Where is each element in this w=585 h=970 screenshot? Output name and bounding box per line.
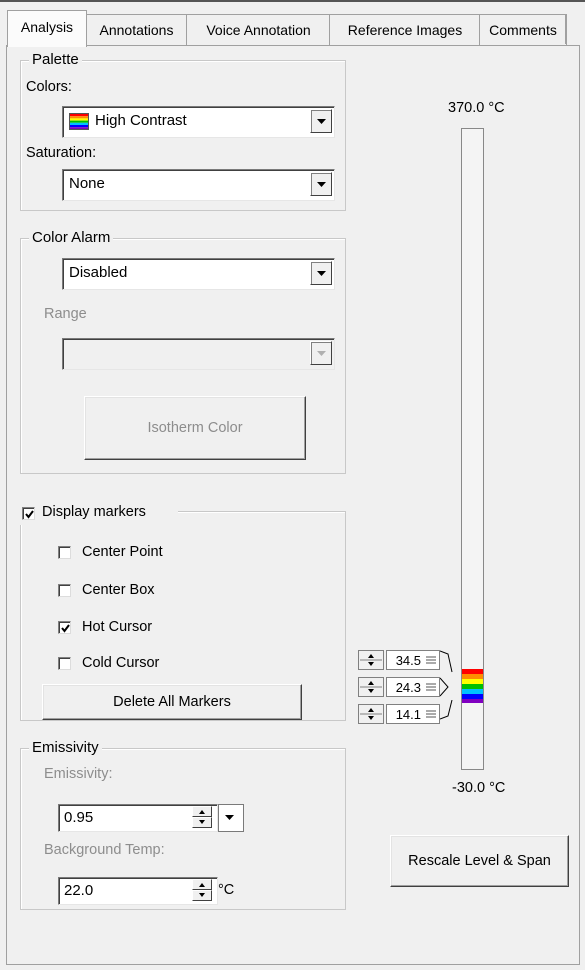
cold-cursor-checkbox[interactable] [58, 657, 71, 670]
chevron-down-icon [225, 815, 234, 820]
chevron-up-icon [199, 810, 205, 814]
center-box-option[interactable]: Center Box [58, 582, 258, 602]
scale-marker-low[interactable]: 14.1 [358, 700, 454, 724]
marker-value: 14.1 [395, 707, 421, 722]
colors-dropdown-button[interactable] [310, 109, 332, 133]
hot-cursor-checkbox[interactable] [58, 621, 71, 634]
marker-spin-button[interactable] [358, 677, 384, 697]
emissivity-spinner[interactable] [192, 806, 212, 828]
marker-value: 34.5 [395, 653, 421, 668]
color-alarm-select[interactable]: Disabled [62, 258, 335, 290]
scale-max-label: 370.0 °C [448, 100, 505, 116]
tab-overflow-edge [565, 14, 577, 44]
chevron-up-icon [199, 883, 205, 887]
chevron-down-icon [317, 119, 326, 124]
menu-lines-icon [426, 710, 436, 718]
isotherm-color-button[interactable]: Isotherm Color [84, 396, 306, 460]
chevron-down-icon [317, 351, 326, 356]
color-alarm-select-value: Disabled [69, 264, 128, 281]
markers-group-header: Display markers [18, 503, 178, 525]
tab-analysis[interactable]: Analysis [7, 10, 87, 47]
chevron-down-icon [199, 893, 205, 897]
chevron-down-icon [317, 271, 326, 276]
marker-spin-button[interactable] [358, 704, 384, 724]
marker-pointer-icon [440, 650, 453, 673]
center-box-label: Center Box [82, 582, 155, 598]
spin-up-button[interactable] [192, 806, 212, 817]
emissivity-label: Emissivity: [44, 766, 113, 782]
color-alarm-group-title: Color Alarm [29, 229, 114, 246]
spin-up-button[interactable] [192, 879, 212, 890]
tab-reference-images[interactable]: Reference Images [329, 14, 481, 45]
check-icon [61, 624, 70, 633]
center-box-checkbox[interactable] [58, 584, 71, 597]
marker-value: 24.3 [395, 680, 421, 695]
hot-cursor-label: Hot Cursor [82, 619, 153, 635]
background-temp-unit: °C [218, 882, 235, 898]
marker-value-box: 24.3 [386, 677, 440, 697]
palette-swatch-icon [69, 113, 89, 130]
saturation-dropdown-button[interactable] [310, 172, 332, 196]
display-markers-checkbox[interactable] [22, 507, 35, 520]
colors-select[interactable]: High Contrast [62, 106, 335, 138]
range-label: Range [44, 306, 87, 322]
scale-marker-high[interactable]: 34.5 [358, 650, 454, 673]
center-point-option[interactable]: Center Point [58, 544, 258, 564]
center-point-label: Center Point [82, 544, 163, 560]
display-markers-label: Display markers [42, 504, 146, 520]
saturation-select[interactable]: None [62, 169, 335, 201]
colors-label: Colors: [26, 79, 72, 95]
emissivity-input-value: 0.95 [64, 809, 94, 826]
marker-pointer-icon [440, 700, 453, 720]
scale-min-label: -30.0 °C [452, 780, 506, 796]
spin-down-button[interactable] [192, 890, 212, 901]
tab-comments[interactable]: Comments [479, 14, 567, 45]
tab-voice-annotation[interactable]: Voice Annotation [186, 14, 331, 45]
palette-group-title: Palette [29, 51, 82, 68]
marker-spin-button[interactable] [358, 650, 384, 670]
palette-level-span-band[interactable] [462, 669, 483, 703]
menu-lines-icon [426, 656, 436, 664]
chevron-down-icon [199, 820, 205, 824]
saturation-label: Saturation: [26, 145, 97, 161]
background-temp-spinner[interactable] [192, 879, 212, 901]
emissivity-preset-dropdown[interactable] [218, 804, 244, 832]
background-temp-label: Background Temp: [44, 842, 165, 858]
center-point-checkbox[interactable] [58, 546, 71, 559]
cold-cursor-option[interactable]: Cold Cursor [58, 655, 258, 675]
saturation-select-value: None [69, 175, 105, 192]
marker-value-box: 34.5 [386, 650, 440, 670]
tab-annotations[interactable]: Annotations [85, 14, 188, 45]
range-dropdown-button[interactable] [310, 341, 332, 365]
check-icon [25, 510, 34, 519]
colors-select-value: High Contrast [95, 112, 187, 129]
range-select[interactable] [62, 338, 335, 370]
cold-cursor-label: Cold Cursor [82, 655, 160, 671]
menu-lines-icon [426, 683, 436, 691]
background-temp-input-value: 22.0 [64, 882, 94, 899]
hot-cursor-option[interactable]: Hot Cursor [58, 619, 258, 639]
marker-pointer-icon [440, 677, 449, 697]
rescale-level-span-button[interactable]: Rescale Level & Span [390, 835, 569, 887]
delete-all-markers-button[interactable]: Delete All Markers [42, 684, 302, 720]
color-alarm-dropdown-button[interactable] [310, 261, 332, 285]
emissivity-group-title: Emissivity [29, 739, 102, 756]
marker-value-box: 14.1 [386, 704, 440, 724]
tab-bar: Analysis Annotations Voice Annotation Re… [0, 0, 585, 47]
scale-marker-mid[interactable]: 24.3 [358, 677, 454, 697]
spin-down-button[interactable] [192, 817, 212, 828]
chevron-down-icon [317, 182, 326, 187]
